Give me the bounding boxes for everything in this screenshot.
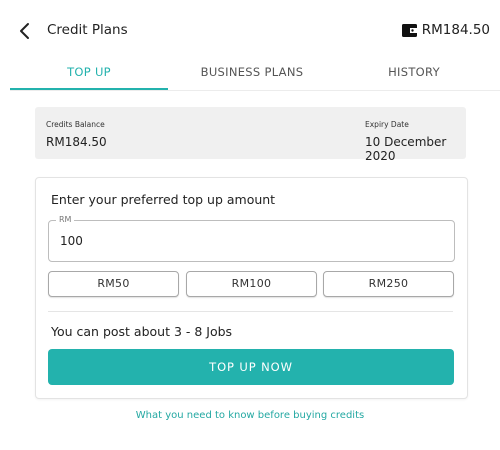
tab-divider	[10, 90, 500, 91]
expiry-date-label: Expiry Date	[365, 120, 409, 129]
back-button[interactable]	[16, 20, 34, 42]
credits-balance-label: Credits Balance	[46, 120, 105, 129]
tab-bar: TOP UP BUSINESS PLANS HISTORY	[10, 58, 500, 90]
wallet-icon	[401, 23, 417, 37]
top-up-now-button[interactable]: TOP UP NOW	[48, 349, 454, 385]
tab-history[interactable]: HISTORY	[335, 58, 493, 90]
top-up-card: Enter your preferred top up amount RM 10…	[35, 177, 468, 399]
card-divider	[48, 311, 453, 312]
wallet-balance[interactable]: RM184.50	[401, 22, 490, 38]
tab-top-up[interactable]: TOP UP	[10, 58, 168, 90]
app-header: Credit Plans RM184.50	[0, 0, 500, 58]
amount-option-rm250[interactable]: RM250	[323, 271, 454, 297]
chevron-left-icon	[20, 23, 29, 39]
wallet-balance-text: RM184.50	[421, 22, 490, 38]
buying-credits-info-link[interactable]: What you need to know before buying cred…	[0, 410, 500, 421]
amount-option-rm50[interactable]: RM50	[48, 271, 179, 297]
top-up-heading: Enter your preferred top up amount	[51, 192, 276, 207]
tab-business-plans[interactable]: BUSINESS PLANS	[173, 58, 331, 90]
balance-panel: Credits Balance RM184.50 Expiry Date 10 …	[35, 107, 466, 163]
amount-field[interactable]: RM 100	[48, 215, 455, 262]
page-title: Credit Plans	[47, 22, 128, 38]
job-estimate-text: You can post about 3 - 8 Jobs	[51, 324, 233, 339]
credits-balance-value: RM184.50	[46, 135, 107, 149]
expiry-date-value: 10 December 2020	[365, 135, 447, 163]
amount-field-value: 100	[60, 234, 83, 248]
amount-field-label: RM	[56, 215, 75, 224]
amount-option-rm100[interactable]: RM100	[186, 271, 317, 297]
